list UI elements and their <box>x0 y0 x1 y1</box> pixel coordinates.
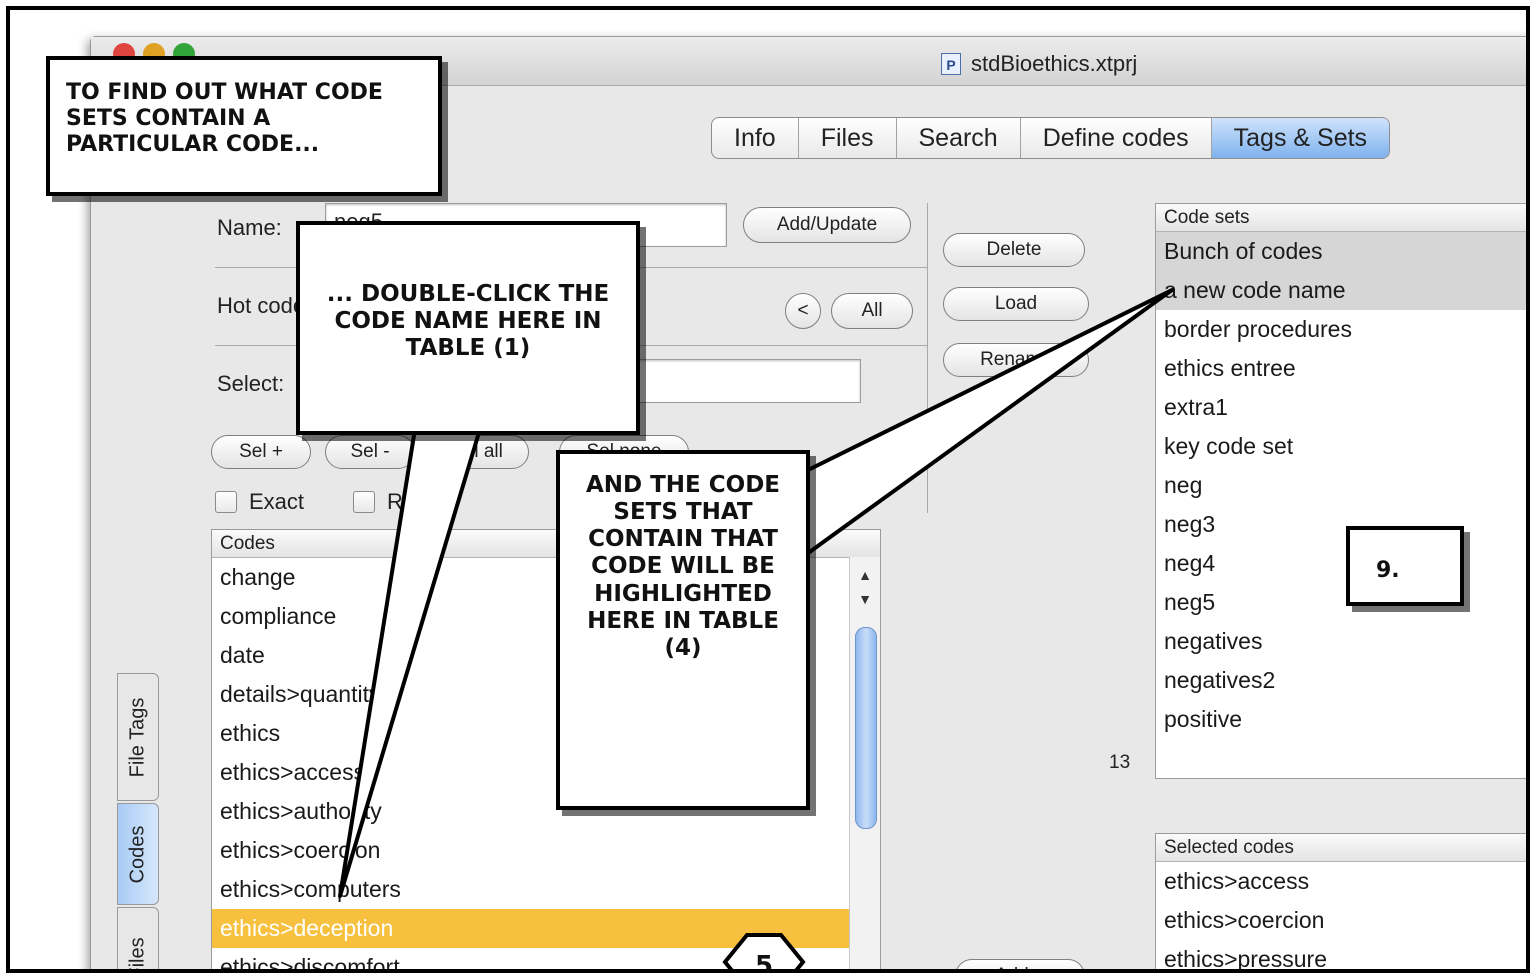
tutorial-frame: P stdBioethics.xtprj Info Files Search D… <box>6 6 1530 973</box>
double-click-callout-tail <box>338 427 482 898</box>
step-5-label: 5 <box>755 951 773 973</box>
top-left-callout: To find out what code sets contain a par… <box>46 56 442 196</box>
step-9-callout: 9. <box>1346 526 1464 606</box>
highlight-callout-tail <box>802 288 1174 558</box>
highlighted-callout: and the code sets that contain that code… <box>556 450 810 810</box>
double-click-callout: ... double-click the code name here in t… <box>296 221 640 435</box>
